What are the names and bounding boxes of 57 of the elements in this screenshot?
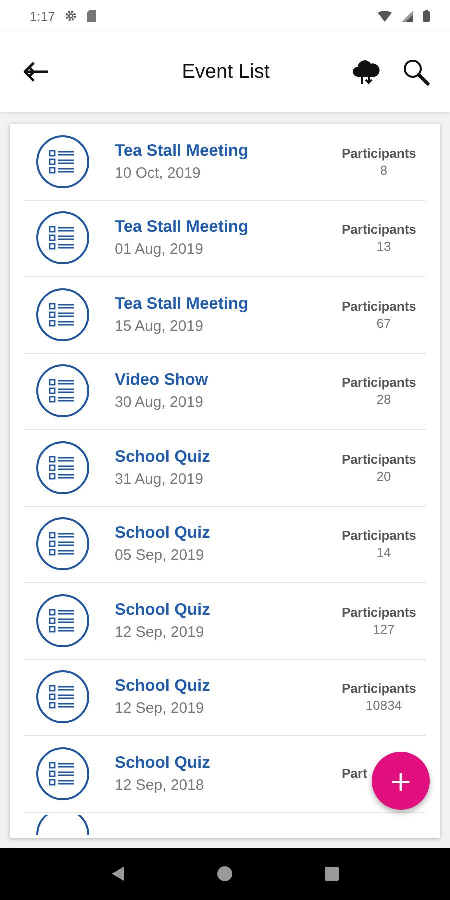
status-time: 1:17: [30, 8, 56, 24]
participants-count: 13: [376, 239, 392, 254]
battery-icon: [423, 10, 430, 22]
home-icon[interactable]: [216, 866, 233, 882]
participants-count: 67: [376, 316, 392, 331]
screen-title: Event List: [181, 60, 271, 84]
participants-label: Participants: [342, 375, 416, 390]
sd-card-icon: [87, 10, 96, 22]
participants-count: 28: [376, 392, 392, 408]
gear-icon: [65, 10, 78, 22]
checklist-icon: [36, 440, 90, 495]
participants-count: 8: [380, 162, 388, 178]
event-date: 05 Sep, 2019: [115, 547, 206, 564]
event-title: School Quiz: [115, 524, 212, 544]
overview-icon[interactable]: [324, 866, 340, 882]
event-title: Video Show: [115, 371, 210, 390]
checklist-icon: [36, 211, 90, 266]
participants-label: Participants: [342, 298, 416, 314]
checklist-icon: [36, 288, 90, 342]
event-date: 31 Aug, 2019: [115, 470, 204, 488]
participants-label: Participants: [342, 604, 416, 620]
participants-label: Part: [342, 766, 368, 782]
participants-count: 14: [376, 545, 392, 560]
back-icon[interactable]: [110, 866, 126, 882]
checklist-icon: [36, 364, 90, 418]
checklist-icon: [36, 670, 90, 724]
participants-label: Participants: [342, 452, 416, 467]
event-date: 12 Sep, 2019: [115, 700, 206, 718]
signal-icon: [402, 10, 413, 22]
checklist-icon: [36, 594, 90, 648]
back-arrow-icon[interactable]: [22, 60, 50, 84]
participants-count: 127: [373, 622, 395, 637]
event-date: 12 Sep, 2018: [115, 776, 206, 794]
participants-label: Participants: [342, 528, 416, 544]
event-title: School Quiz: [115, 754, 212, 773]
event-date: 12 Sep, 2019: [115, 624, 206, 641]
participants-count: 10834: [366, 698, 402, 714]
participants-label: Participants: [342, 222, 416, 238]
participants-count: 20: [376, 468, 392, 484]
participants-label: Participants: [342, 146, 416, 161]
checklist-icon: [36, 746, 90, 801]
participants-label: Participants: [342, 681, 416, 696]
event-title: School Quiz: [115, 600, 212, 620]
event-date: 30 Aug, 2019: [115, 394, 204, 412]
event-title: Tea Stall Meeting: [115, 294, 250, 314]
checklist-icon: [36, 517, 90, 572]
cloud-sync-icon[interactable]: [352, 59, 380, 85]
event-date: 15 Aug, 2019: [115, 318, 204, 335]
event-title: School Quiz: [115, 677, 212, 696]
event-title: School Quiz: [115, 448, 212, 467]
event-title: Tea Stall Meeting: [115, 142, 250, 161]
search-icon[interactable]: [402, 58, 430, 86]
event-title: Tea Stall Meeting: [115, 218, 250, 238]
event-date: 01 Aug, 2019: [115, 241, 204, 258]
checklist-icon: [36, 134, 90, 189]
event-date: 10 Oct, 2019: [115, 164, 202, 182]
wifi-icon: [378, 10, 392, 22]
